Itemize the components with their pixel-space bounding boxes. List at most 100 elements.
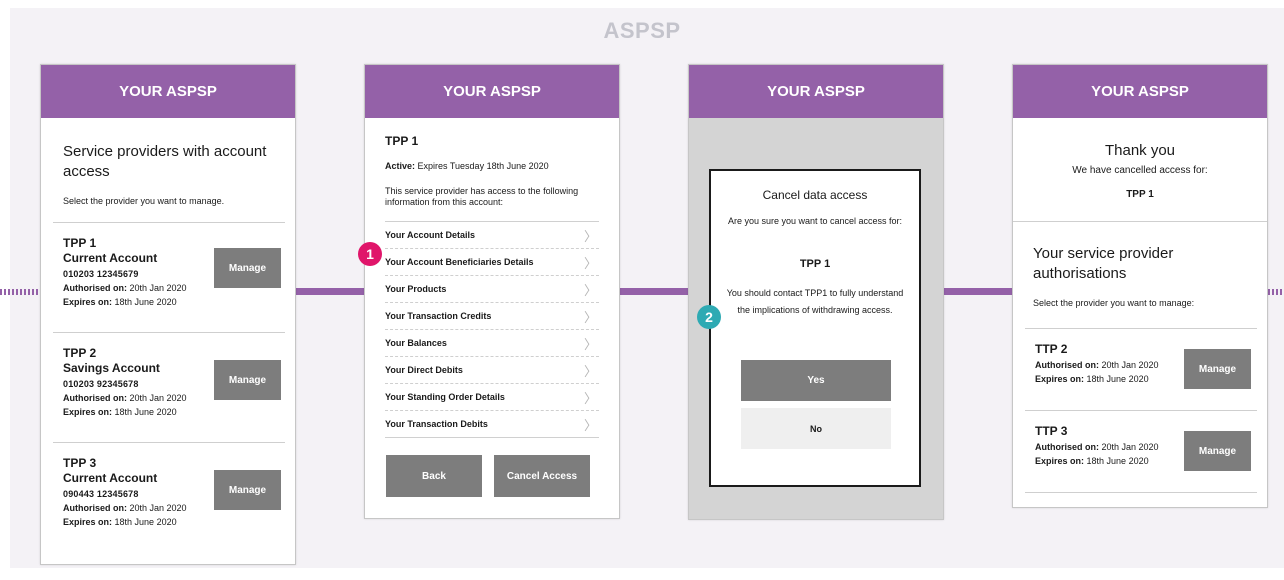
expires-date: 18th June 2020 xyxy=(1086,374,1149,384)
modal-overlay: Cancel data access Are you sure you want… xyxy=(689,118,943,519)
access-row-label: Your Transaction Credits xyxy=(385,311,492,321)
screen-cancel-confirmation: YOUR ASPSP Cancel data access Are you su… xyxy=(688,64,944,520)
provider-name: TPP 1 xyxy=(63,236,97,250)
authorised-date: 20th Jan 2020 xyxy=(129,393,187,403)
access-row-label: Your Standing Order Details xyxy=(385,392,505,402)
screen-header: YOUR ASPSP xyxy=(689,65,943,118)
access-row-label: Your Balances xyxy=(385,338,447,348)
expires-label: Expires on: xyxy=(1035,374,1085,384)
chevron-right-icon: 〉 xyxy=(583,309,597,325)
provider-item: TPP 3 Current Account 090443 12345678 Au… xyxy=(53,442,285,552)
divider xyxy=(53,332,285,333)
access-row-products[interactable]: Your Products 〉 xyxy=(385,276,599,303)
expires-date: 18th June 2020 xyxy=(114,407,177,417)
access-row-label: Your Direct Debits xyxy=(385,365,463,375)
cancel-access-button[interactable]: Cancel Access xyxy=(494,455,590,497)
provider-item: TTP 3 Authorised on: 20th Jan 2020 Expir… xyxy=(1025,410,1257,492)
divider xyxy=(53,222,285,223)
divider xyxy=(1025,410,1257,411)
active-status: Active: Expires Tuesday 18th June 2020 xyxy=(385,161,549,171)
no-button[interactable]: No xyxy=(741,408,891,449)
expires-date: 18th June 2020 xyxy=(114,517,177,527)
authorised-date: 20th Jan 2020 xyxy=(129,503,187,513)
provider-name: TPP 1 xyxy=(385,134,419,148)
provider-name: TPP 3 xyxy=(63,456,97,470)
authorised-date: 20th Jan 2020 xyxy=(129,283,187,293)
access-row-direct-debits[interactable]: Your Direct Debits 〉 xyxy=(385,357,599,384)
authorised-label: Authorised on: xyxy=(63,393,127,403)
chevron-right-icon: 〉 xyxy=(583,390,597,406)
divider xyxy=(1025,328,1257,329)
authorised-label: Authorised on: xyxy=(63,503,127,513)
account-number: 090443 12345678 xyxy=(63,489,139,499)
chevron-right-icon: 〉 xyxy=(583,417,597,433)
access-row-standing-orders[interactable]: Your Standing Order Details 〉 xyxy=(385,384,599,411)
authorisations-title: Your service provider authorisations xyxy=(1033,245,1174,282)
authorised-date: 20th Jan 2020 xyxy=(1101,360,1159,370)
access-row-transaction-credits[interactable]: Your Transaction Credits 〉 xyxy=(385,303,599,330)
modal-note: You should contact TPP1 to fully underst… xyxy=(726,288,904,315)
account-type: Current Account xyxy=(63,251,158,265)
access-row-account-details[interactable]: Your Account Details 〉 xyxy=(385,222,599,249)
manage-button[interactable]: Manage xyxy=(214,360,281,400)
account-number: 010203 92345678 xyxy=(63,379,139,389)
authorised-label: Authorised on: xyxy=(63,283,127,293)
manage-button[interactable]: Manage xyxy=(1184,349,1251,389)
screen-header: YOUR ASPSP xyxy=(1013,65,1267,118)
access-row-label: Your Account Beneficiaries Details xyxy=(385,257,534,267)
connector-right-dotted xyxy=(1268,289,1284,295)
chevron-right-icon: 〉 xyxy=(583,363,597,379)
diagram-title: ASPSP xyxy=(603,18,681,43)
expires-date: 18th June 2020 xyxy=(114,297,177,307)
manage-button[interactable]: Manage xyxy=(1184,431,1251,471)
provider-item: TPP 2 Savings Account 010203 92345678 Au… xyxy=(53,332,285,442)
account-type: Savings Account xyxy=(63,361,160,375)
yes-button[interactable]: Yes xyxy=(741,360,891,401)
authorised-label: Authorised on: xyxy=(1035,360,1099,370)
thank-you-heading: Thank you xyxy=(1104,142,1176,159)
divider xyxy=(53,442,285,443)
connector-left-dotted xyxy=(0,289,40,295)
expires-label: Expires on: xyxy=(1035,456,1085,466)
step-badge-1: 1 xyxy=(358,242,382,266)
screen-provider-details: YOUR ASPSP TPP 1 Active: Expires Tuesday… xyxy=(364,64,620,519)
access-row-balances[interactable]: Your Balances 〉 xyxy=(385,330,599,357)
cancel-modal: Cancel data access Are you sure you want… xyxy=(709,169,921,487)
access-row-beneficiaries[interactable]: Your Account Beneficiaries Details 〉 xyxy=(385,249,599,276)
screen-subtitle: Select the provider you want to manage. xyxy=(63,196,225,206)
screen-title: Service providers with account access xyxy=(63,143,267,180)
expires-label: Expires on: xyxy=(63,407,113,417)
active-expiry: Expires Tuesday 18th June 2020 xyxy=(417,161,549,171)
provider-name: TTP 2 xyxy=(1035,342,1068,356)
divider xyxy=(1013,221,1267,222)
divider xyxy=(1025,492,1257,493)
screen-provider-list: YOUR ASPSP Service providers with accoun… xyxy=(40,64,296,565)
access-row-label: Your Account Details xyxy=(385,230,476,240)
modal-title: Cancel data access xyxy=(762,188,868,202)
chevron-right-icon: 〉 xyxy=(583,255,597,271)
access-row-transaction-debits[interactable]: Your Transaction Debits 〉 xyxy=(385,411,599,438)
provider-name: TPP 2 xyxy=(63,346,97,360)
manage-button[interactable]: Manage xyxy=(214,248,281,288)
authorised-date: 20th Jan 2020 xyxy=(1101,442,1159,452)
provider-item: TPP 1 Current Account 010203 12345679 Au… xyxy=(53,222,285,332)
modal-question: Are you sure you want to cancel access f… xyxy=(727,216,903,226)
screen-thank-you: YOUR ASPSP Thank you We have cancelled a… xyxy=(1012,64,1268,508)
access-row-label: Your Products xyxy=(385,284,447,294)
manage-button[interactable]: Manage xyxy=(214,470,281,510)
back-button[interactable]: Back xyxy=(386,455,482,497)
chevron-right-icon: 〉 xyxy=(583,336,597,352)
cancelled-message: We have cancelled access for: xyxy=(1072,165,1208,176)
connector-2-3 xyxy=(620,288,688,295)
expires-date: 18th June 2020 xyxy=(1086,456,1149,466)
active-label: Active: xyxy=(385,161,416,171)
access-list: Your Account Details 〉 Your Account Benef… xyxy=(385,221,599,438)
provider-name: TTP 3 xyxy=(1035,424,1068,438)
account-number: 010203 12345679 xyxy=(63,269,139,279)
expires-label: Expires on: xyxy=(63,517,113,527)
chevron-right-icon: 〉 xyxy=(583,282,597,298)
screen-header: YOUR ASPSP xyxy=(365,65,619,118)
authorised-label: Authorised on: xyxy=(1035,442,1099,452)
cancelled-provider-name: TPP 1 xyxy=(1126,189,1154,200)
account-type: Current Account xyxy=(63,471,158,485)
